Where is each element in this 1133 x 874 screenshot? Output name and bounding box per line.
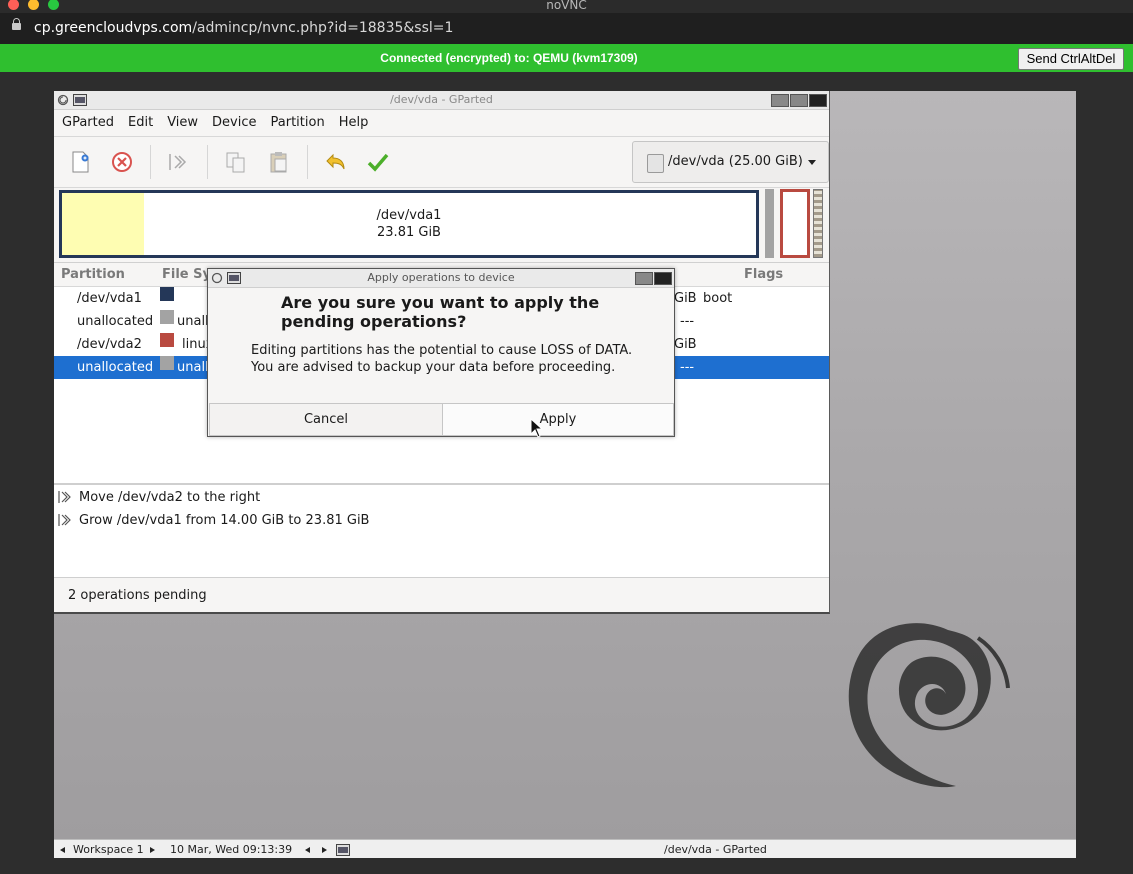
browser-window-title: noVNC: [546, 0, 587, 12]
taskbar: Workspace 1 10 Mar, Wed 09:13:39 /dev/vd…: [54, 839, 1076, 859]
disk-icon: [647, 154, 664, 173]
vnc-status-bar: Connected (encrypted) to: QEMU (kvm17309…: [0, 44, 1133, 72]
bottom-frame: [0, 858, 1133, 874]
row-partition: unallocated: [77, 360, 154, 375]
row-partition: /dev/vda1: [77, 291, 142, 306]
dialog-titlebar[interactable]: Apply operations to device: [208, 269, 674, 288]
url-text[interactable]: cp.greencloudvps.com/admincp/nvnc.php?id…: [34, 13, 453, 44]
maximize-icon[interactable]: [790, 94, 808, 107]
diskmap-unallocated-2[interactable]: [813, 189, 823, 258]
dialog-message-line: Editing partitions has the potential to …: [251, 343, 633, 358]
toolbar-separator: [150, 145, 151, 179]
menu-device[interactable]: Device: [204, 110, 262, 136]
mouse-cursor-icon: [530, 418, 544, 438]
diskmap-partition-vda1[interactable]: /dev/vda1 23.81 GiB: [59, 190, 759, 258]
resize-move-icon: [58, 491, 71, 503]
gparted-app-icon: [73, 94, 87, 106]
apply-button[interactable]: Apply: [442, 403, 674, 436]
fs-color-swatch: [160, 356, 174, 370]
delete-partition-icon[interactable]: [110, 150, 134, 174]
fs-color-swatch: [160, 287, 174, 301]
row-partition: /dev/vda2: [77, 337, 142, 352]
dialog-message-line: You are advised to backup your data befo…: [251, 360, 616, 375]
dialog-title: Apply operations to device: [367, 271, 515, 284]
debian-logo-icon: [848, 623, 1010, 788]
device-selector-label: /dev/vda (25.00 GiB): [668, 154, 803, 169]
window-menu-icon[interactable]: [211, 272, 223, 284]
menu-bar: GParted Edit View Device Partition Help: [54, 110, 829, 137]
minimize-icon[interactable]: [771, 94, 789, 107]
diskmap-unallocated-1[interactable]: [765, 189, 774, 258]
diskmap-vda1-name: /dev/vda1: [376, 208, 442, 223]
active-window-title[interactable]: /dev/vda - GParted: [664, 840, 767, 859]
apply-operations-dialog: Apply operations to device Are you sure …: [207, 268, 675, 437]
diskmap-partition-vda2[interactable]: [780, 189, 810, 258]
minimize-window-button[interactable]: [28, 0, 39, 10]
apply-all-icon[interactable]: [366, 150, 390, 174]
dialog-heading: Are you sure you want to apply the pendi…: [281, 293, 600, 331]
operation-text: Grow /dev/vda1 from 14.00 GiB to 23.81 G…: [79, 513, 370, 528]
close-icon[interactable]: [654, 272, 672, 285]
close-window-button[interactable]: [8, 0, 19, 10]
close-icon[interactable]: [809, 94, 827, 107]
gparted-titlebar[interactable]: /dev/vda - GParted: [54, 91, 829, 110]
new-partition-icon[interactable]: [68, 150, 92, 174]
url-path: /admincp/nvnc.php?id=18835&ssl=1: [192, 20, 454, 36]
row-partition: unallocated: [77, 314, 154, 329]
workspace-label[interactable]: Workspace 1: [73, 840, 144, 859]
row-tail: ---: [680, 314, 695, 329]
resize-move-icon: [58, 514, 71, 526]
fs-color-swatch: [160, 333, 174, 347]
diskmap-vda1-size: 23.81 GiB: [377, 225, 441, 240]
toolbar-separator: [307, 145, 308, 179]
send-ctrl-alt-del-button[interactable]: Send CtrlAltDel: [1018, 48, 1124, 70]
header-partition[interactable]: Partition: [61, 263, 125, 286]
cancel-button[interactable]: Cancel: [209, 403, 443, 436]
undo-icon[interactable]: [324, 150, 348, 174]
menu-view[interactable]: View: [159, 110, 204, 136]
status-bar: 2 operations pending: [68, 588, 207, 603]
header-flags[interactable]: Flags: [744, 263, 783, 286]
chevron-down-icon: [808, 160, 816, 165]
row-tail: GiB: [674, 337, 697, 352]
menu-edit[interactable]: Edit: [120, 110, 159, 136]
row-flags: boot: [703, 291, 733, 306]
task-prev-icon[interactable]: [305, 840, 310, 859]
zoom-window-button[interactable]: [48, 0, 59, 10]
gparted-window-title: /dev/vda - GParted: [390, 93, 493, 106]
toolbar-separator: [207, 145, 208, 179]
diskmap-vda1-label: /dev/vda1 23.81 GiB: [62, 207, 756, 241]
address-bar[interactable]: cp.greencloudvps.com/admincp/nvnc.php?id…: [0, 13, 1133, 44]
menu-help[interactable]: Help: [331, 110, 375, 136]
clock: 10 Mar, Wed 09:13:39: [170, 843, 293, 856]
window-menu-icon[interactable]: [57, 94, 69, 106]
fs-color-swatch: [160, 310, 174, 324]
operation-text: Move /dev/vda2 to the right: [79, 490, 261, 505]
url-host: cp.greencloudvps.com: [34, 20, 193, 36]
vnc-connection-status: Connected (encrypted) to: QEMU (kvm17309…: [380, 51, 638, 65]
menu-gparted[interactable]: GParted: [54, 110, 120, 136]
resize-move-icon[interactable]: [166, 150, 190, 174]
pending-operations-list: Move /dev/vda2 to the right Grow /dev/vd…: [54, 483, 829, 578]
window-controls: [770, 94, 827, 113]
browser-window-titlebar: noVNC: [0, 0, 1133, 13]
task-next-icon[interactable]: [322, 840, 327, 859]
disk-graphic: /dev/vda1 23.81 GiB: [54, 188, 829, 262]
window-controls: [634, 272, 672, 291]
gparted-app-icon: [227, 272, 241, 284]
copy-icon[interactable]: [224, 150, 248, 174]
paste-icon[interactable]: [267, 150, 291, 174]
dialog-message: Editing partitions has the potential to …: [251, 342, 661, 376]
toolbar: /dev/vda (25.00 GiB): [54, 137, 829, 188]
workspace-next-icon[interactable]: [150, 840, 155, 859]
lock-icon: [12, 18, 21, 30]
menu-partition[interactable]: Partition: [263, 110, 331, 136]
device-selector[interactable]: /dev/vda (25.00 GiB): [632, 141, 829, 183]
row-tail: ---: [680, 360, 695, 375]
maximize-icon[interactable]: [635, 272, 653, 285]
row-tail: GiB: [674, 291, 697, 306]
workspace-prev-icon[interactable]: [60, 840, 65, 859]
